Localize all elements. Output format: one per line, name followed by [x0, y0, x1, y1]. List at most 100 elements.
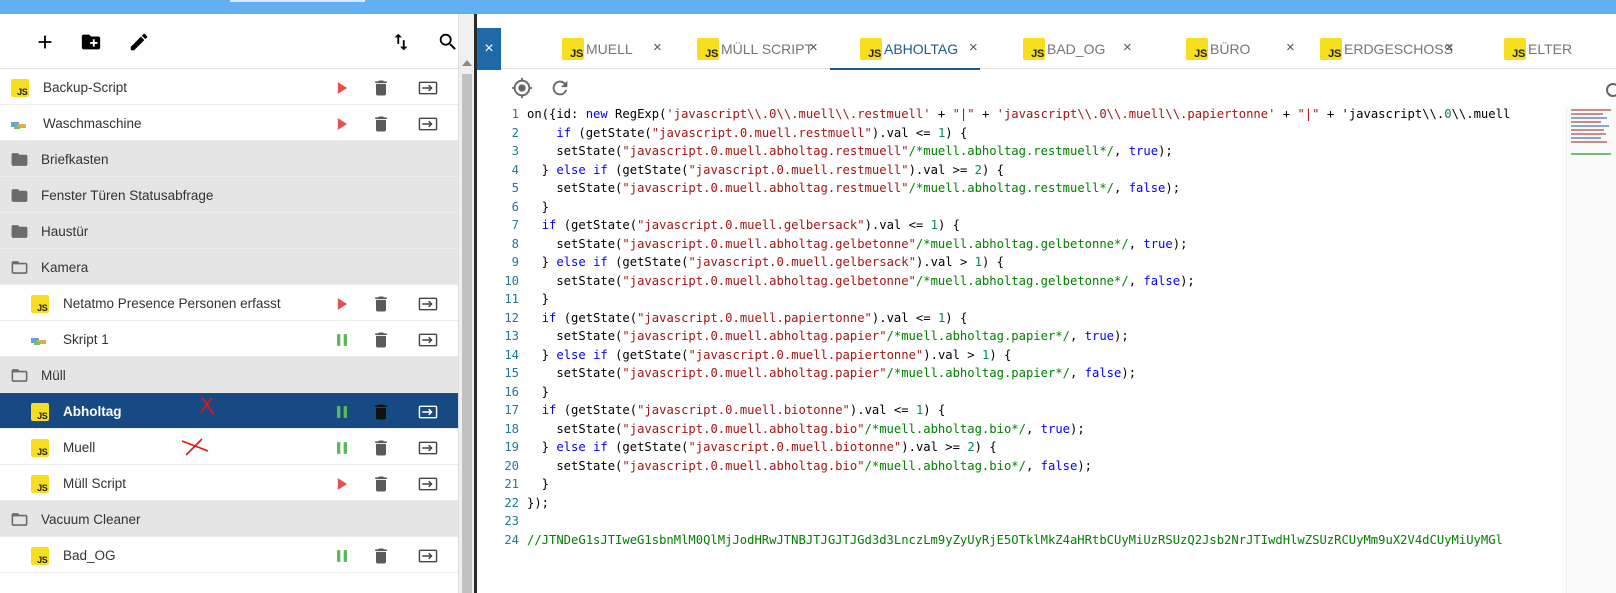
tab-close-icon[interactable]: × — [1445, 39, 1454, 56]
code-line[interactable]: 21 } — [477, 477, 1567, 496]
play-icon[interactable] — [330, 112, 354, 136]
close-icon[interactable]: × — [477, 28, 501, 70]
tab-büro[interactable]: JS BÜRO × — [1186, 28, 1295, 69]
script-row[interactable]: JS Backup-Script — [0, 69, 458, 105]
js-badge: JS — [10, 78, 29, 97]
code-line[interactable]: 10 setState("javascript.0.muell.abholtag… — [477, 274, 1567, 293]
refresh-icon[interactable] — [547, 75, 573, 101]
tab-close-icon[interactable]: × — [809, 39, 818, 56]
script-row[interactable]: JS Abholtag — [0, 393, 458, 429]
folder-row[interactable]: Kamera — [0, 249, 458, 285]
locate-icon[interactable] — [509, 75, 535, 101]
code-line[interactable]: 15 setState("javascript.0.muell.abholtag… — [477, 366, 1567, 385]
line-text: } — [527, 199, 550, 214]
trash-icon[interactable] — [369, 328, 393, 352]
js-badge-text: JS — [17, 86, 28, 97]
move-to-folder-icon[interactable] — [414, 436, 442, 460]
code-line[interactable]: 16 } — [477, 385, 1567, 404]
code-line[interactable]: 1 on({id: new RegExp('javascript\\.0\\.mu… — [477, 107, 1567, 126]
folder-row[interactable]: Fenster Türen Statusabfrage — [0, 177, 458, 213]
sort-icon[interactable] — [387, 28, 415, 56]
tab-abholtag[interactable]: JS ABHOLTAG × — [830, 28, 980, 70]
code-line[interactable]: 14 } else if (getState("javascript.0.mue… — [477, 348, 1567, 367]
code-line[interactable]: 8 setState("javascript.0.muell.abholtag.… — [477, 237, 1567, 256]
move-to-folder-icon[interactable] — [414, 292, 442, 316]
code-line[interactable]: 23 — [477, 514, 1567, 533]
code-line[interactable]: 2 if (getState("javascript.0.muell.restm… — [477, 126, 1567, 145]
line-text: } else if (getState("javascript.0.muell.… — [527, 347, 1012, 362]
trash-icon[interactable] — [369, 76, 393, 100]
pause-icon[interactable] — [330, 400, 354, 424]
js-badge-text: JS — [868, 47, 881, 60]
tab-close-icon[interactable]: × — [1286, 39, 1295, 56]
move-to-folder-icon[interactable] — [414, 328, 442, 352]
code-line[interactable]: 5 setState("javascript.0.muell.abholtag.… — [477, 181, 1567, 200]
settings-edge-icon[interactable] — [1606, 83, 1616, 97]
code-line[interactable]: 6 } — [477, 200, 1567, 219]
move-to-folder-icon[interactable] — [414, 544, 442, 568]
tab-erdgeschoss[interactable]: JS ERDGESCHOSS × — [1320, 28, 1454, 69]
trash-icon[interactable] — [369, 544, 393, 568]
trash-icon[interactable] — [369, 400, 393, 424]
move-to-folder-icon[interactable] — [414, 76, 442, 100]
plus-icon[interactable] — [31, 28, 59, 56]
app-window: JS Backup-Script Waschmaschine Briefkasten F… — [0, 0, 1616, 593]
script-row[interactable]: JS Netatmo Presence Personen erfasst — [0, 285, 458, 321]
code-line[interactable]: 7 if (getState("javascript.0.muell.gelbe… — [477, 218, 1567, 237]
pause-icon[interactable] — [330, 544, 354, 568]
tab-close-icon[interactable]: × — [969, 39, 978, 56]
line-number: 16 — [504, 384, 519, 399]
code-editor[interactable]: 1 on({id: new RegExp('javascript\\.0\\.mu… — [477, 107, 1567, 593]
scrollbar-thumb[interactable] — [462, 74, 472, 593]
row-label: Briefkasten — [41, 152, 109, 167]
move-to-folder-icon[interactable] — [414, 400, 442, 424]
folder-plus-icon[interactable] — [77, 28, 105, 56]
line-text: } — [527, 292, 550, 306]
search-icon[interactable] — [434, 28, 458, 56]
folder-row[interactable]: Müll — [0, 357, 458, 393]
code-line[interactable]: 22}); — [477, 496, 1567, 515]
code-line[interactable]: 11 } — [477, 292, 1567, 311]
tab-müll-script[interactable]: JS MÜLL SCRIPT × — [697, 28, 818, 69]
script-row[interactable]: JS Muell — [0, 429, 458, 465]
tab-elter[interactable]: JS ELTER — [1504, 28, 1572, 69]
code-line[interactable]: 4 } else if (getState("javascript.0.muel… — [477, 163, 1567, 182]
code-line[interactable]: 3 setState("javascript.0.muell.abholtag.… — [477, 144, 1567, 163]
folder-row[interactable]: Briefkasten — [0, 141, 458, 177]
tab-bad-og[interactable]: JS BAD_OG × — [1023, 28, 1132, 69]
script-row[interactable]: Skript 1 — [0, 321, 458, 357]
script-row[interactable]: JS Bad_OG — [0, 537, 458, 573]
move-to-folder-icon[interactable] — [414, 112, 442, 136]
code-line[interactable]: 17 if (getState("javascript.0.muell.biot… — [477, 403, 1567, 422]
code-line[interactable]: 12 if (getState("javascript.0.muell.papi… — [477, 311, 1567, 330]
trash-icon[interactable] — [369, 292, 393, 316]
pencil-icon[interactable] — [125, 28, 153, 56]
scroll-up-arrow-icon[interactable] — [462, 60, 472, 66]
play-icon[interactable] — [330, 76, 354, 100]
tab-muell[interactable]: JS MUELL × — [562, 28, 662, 69]
code-line[interactable]: 19 } else if (getState("javascript.0.mue… — [477, 440, 1567, 459]
script-row[interactable]: JS Müll Script — [0, 465, 458, 501]
pause-icon[interactable] — [330, 328, 354, 352]
code-line[interactable]: 24 //JTNDeG1sJTIweG1sbnMlM0QlMjJodHRwJTNB… — [477, 533, 1567, 552]
tab-close-icon[interactable]: × — [653, 39, 662, 56]
code-line[interactable]: 9 } else if (getState("javascript.0.muel… — [477, 255, 1567, 274]
move-to-folder-icon[interactable] — [414, 472, 442, 496]
line-text: }); — [527, 495, 550, 510]
script-row[interactable]: Waschmaschine — [0, 105, 458, 141]
trash-icon[interactable] — [369, 436, 393, 460]
play-icon[interactable] — [330, 472, 354, 496]
code-line[interactable]: 13 setState("javascript.0.muell.abholtag… — [477, 329, 1567, 348]
code-minimap[interactable] — [1566, 107, 1616, 593]
tab-close-icon[interactable]: × — [1123, 39, 1132, 56]
trash-icon[interactable] — [369, 112, 393, 136]
code-line[interactable]: 18 setState("javascript.0.muell.abholtag… — [477, 422, 1567, 441]
folder-row[interactable]: Vacuum Cleaner — [0, 501, 458, 537]
play-icon[interactable] — [330, 292, 354, 316]
minimap-line — [1571, 109, 1611, 111]
javascript-file-icon: JS — [697, 37, 719, 60]
trash-icon[interactable] — [369, 472, 393, 496]
folder-row[interactable]: Haustür — [0, 213, 458, 249]
pause-icon[interactable] — [330, 436, 354, 460]
code-line[interactable]: 20 setState("javascript.0.muell.abholtag… — [477, 459, 1567, 478]
